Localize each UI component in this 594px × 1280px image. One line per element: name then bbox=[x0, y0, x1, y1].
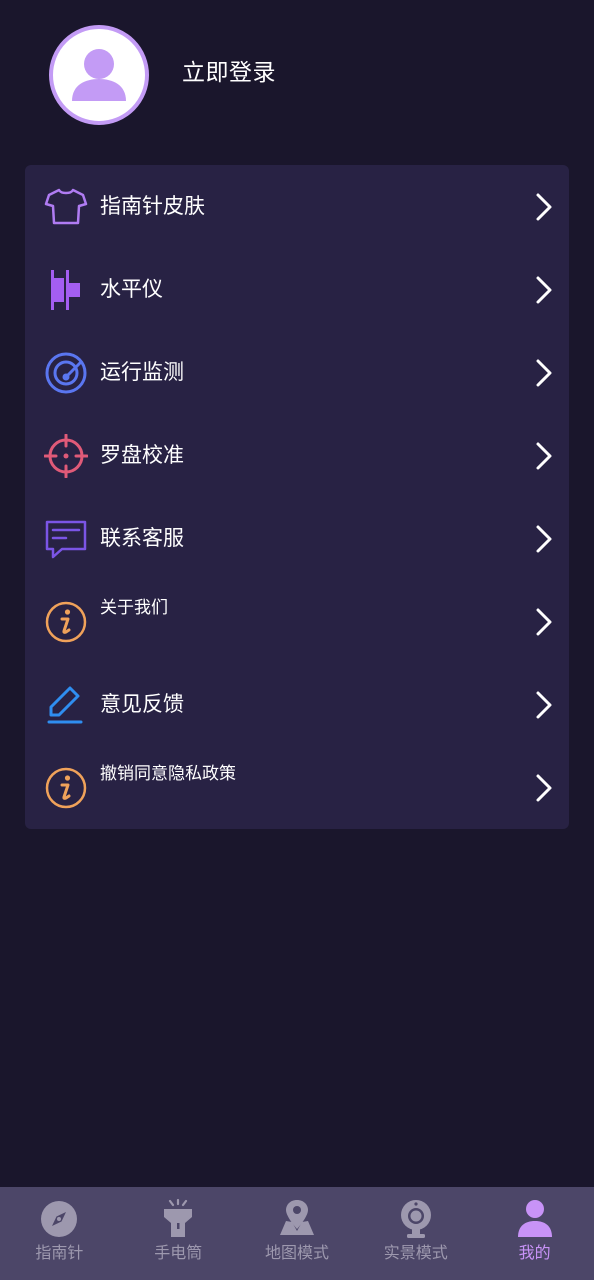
level-icon bbox=[44, 268, 88, 312]
menu-item-monitoring[interactable]: 运行监测 bbox=[25, 331, 569, 414]
edit-icon bbox=[44, 683, 88, 727]
menu-item-label: 运行监测 bbox=[100, 360, 184, 384]
tab-label: 指南针 bbox=[35, 1243, 84, 1262]
menu-item-feedback[interactable]: 意见反馈 bbox=[25, 663, 569, 746]
chevron-right-icon bbox=[532, 358, 556, 388]
chat-icon bbox=[44, 517, 88, 561]
menu-item-customer-service[interactable]: 联系客服 bbox=[25, 497, 569, 580]
menu-item-label: 意见反馈 bbox=[100, 692, 184, 716]
tab-label: 实景模式 bbox=[383, 1243, 448, 1262]
login-link[interactable]: 立即登录 bbox=[182, 56, 276, 90]
tab-compass[interactable]: 指南针 bbox=[0, 1187, 119, 1280]
menu-item-label: 罗盘校准 bbox=[100, 443, 184, 467]
tab-label: 手电筒 bbox=[154, 1243, 203, 1262]
info-icon bbox=[44, 600, 88, 644]
menu-item-about-us[interactable]: 关于我们 bbox=[25, 580, 569, 663]
info-icon bbox=[44, 766, 88, 810]
chevron-right-icon bbox=[532, 607, 556, 637]
chevron-right-icon bbox=[532, 275, 556, 305]
menu-item-label: 联系客服 bbox=[100, 526, 184, 550]
radar-icon bbox=[44, 351, 88, 395]
compass-icon bbox=[39, 1199, 79, 1239]
menu-item-label: 撤销同意隐私政策 bbox=[100, 764, 236, 784]
menu-item-label: 水平仪 bbox=[100, 277, 163, 301]
menu-item-label: 指南针皮肤 bbox=[100, 194, 205, 218]
settings-menu: 指南针皮肤 水平仪 运行监测 罗盘校准 联系客服 关于我们 意见反馈 撤销同意隐… bbox=[25, 165, 569, 829]
menu-item-compass-skin[interactable]: 指南针皮肤 bbox=[25, 165, 569, 248]
chevron-right-icon bbox=[532, 524, 556, 554]
profile-header: 立即登录 bbox=[0, 0, 594, 150]
chevron-right-icon bbox=[532, 192, 556, 222]
tab-map-mode[interactable]: 地图模式 bbox=[238, 1187, 357, 1280]
chevron-right-icon bbox=[532, 773, 556, 803]
menu-item-revoke-privacy[interactable]: 撤销同意隐私政策 bbox=[25, 746, 569, 829]
chevron-right-icon bbox=[532, 690, 556, 720]
menu-item-calibration[interactable]: 罗盘校准 bbox=[25, 414, 569, 497]
crosshair-icon bbox=[44, 434, 88, 478]
tab-live-view[interactable]: 实景模式 bbox=[356, 1187, 475, 1280]
map-pin-icon bbox=[277, 1199, 317, 1239]
tab-label: 我的 bbox=[518, 1243, 551, 1262]
camera-icon bbox=[396, 1199, 436, 1239]
menu-item-level[interactable]: 水平仪 bbox=[25, 248, 569, 331]
user-avatar-icon[interactable] bbox=[49, 25, 149, 125]
user-icon bbox=[515, 1199, 555, 1239]
tab-mine[interactable]: 我的 bbox=[475, 1187, 594, 1280]
tshirt-icon bbox=[44, 185, 88, 229]
chevron-right-icon bbox=[532, 441, 556, 471]
menu-item-label: 关于我们 bbox=[100, 598, 168, 618]
bottom-tab-bar: 指南针 手电筒 地图模式 实景模式 我的 bbox=[0, 1187, 594, 1280]
flashlight-icon bbox=[158, 1199, 198, 1239]
tab-flashlight[interactable]: 手电筒 bbox=[119, 1187, 238, 1280]
tab-label: 地图模式 bbox=[264, 1243, 329, 1262]
